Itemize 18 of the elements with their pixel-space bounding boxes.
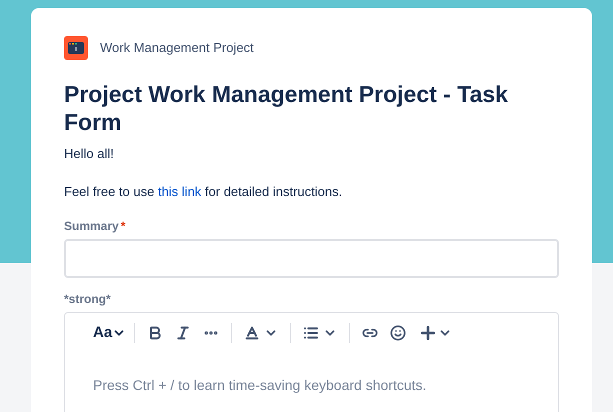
intro-text: Hello all!	[64, 145, 115, 163]
text-style-button[interactable]: Aa	[93, 322, 126, 344]
summary-input[interactable]	[64, 239, 559, 278]
editor-placeholder: Press Ctrl + / to learn time-saving keyboard shortcuts.	[92, 376, 428, 395]
list-icon	[303, 325, 320, 341]
field-label: Summary	[64, 218, 119, 235]
text-color-icon	[244, 325, 260, 341]
instructions-link[interactable]: this link	[158, 184, 202, 198]
project-logo-icon	[64, 36, 88, 60]
bold-icon	[147, 325, 164, 341]
required-asterisk: *	[120, 218, 126, 235]
italic-icon	[175, 325, 192, 341]
form-title: Project Work Management Project - Task Form	[64, 80, 509, 136]
smiley-icon	[390, 325, 406, 341]
project-name: Work Management Project	[100, 39, 254, 58]
field-label: *strong*	[64, 291, 111, 308]
instructions-text: Feel free to use this link for detailed instructions.	[64, 182, 344, 200]
rich-text-editor[interactable]: Aa Press Ctrl + / to learn time-saving keyboard shortcuts.	[64, 312, 559, 412]
